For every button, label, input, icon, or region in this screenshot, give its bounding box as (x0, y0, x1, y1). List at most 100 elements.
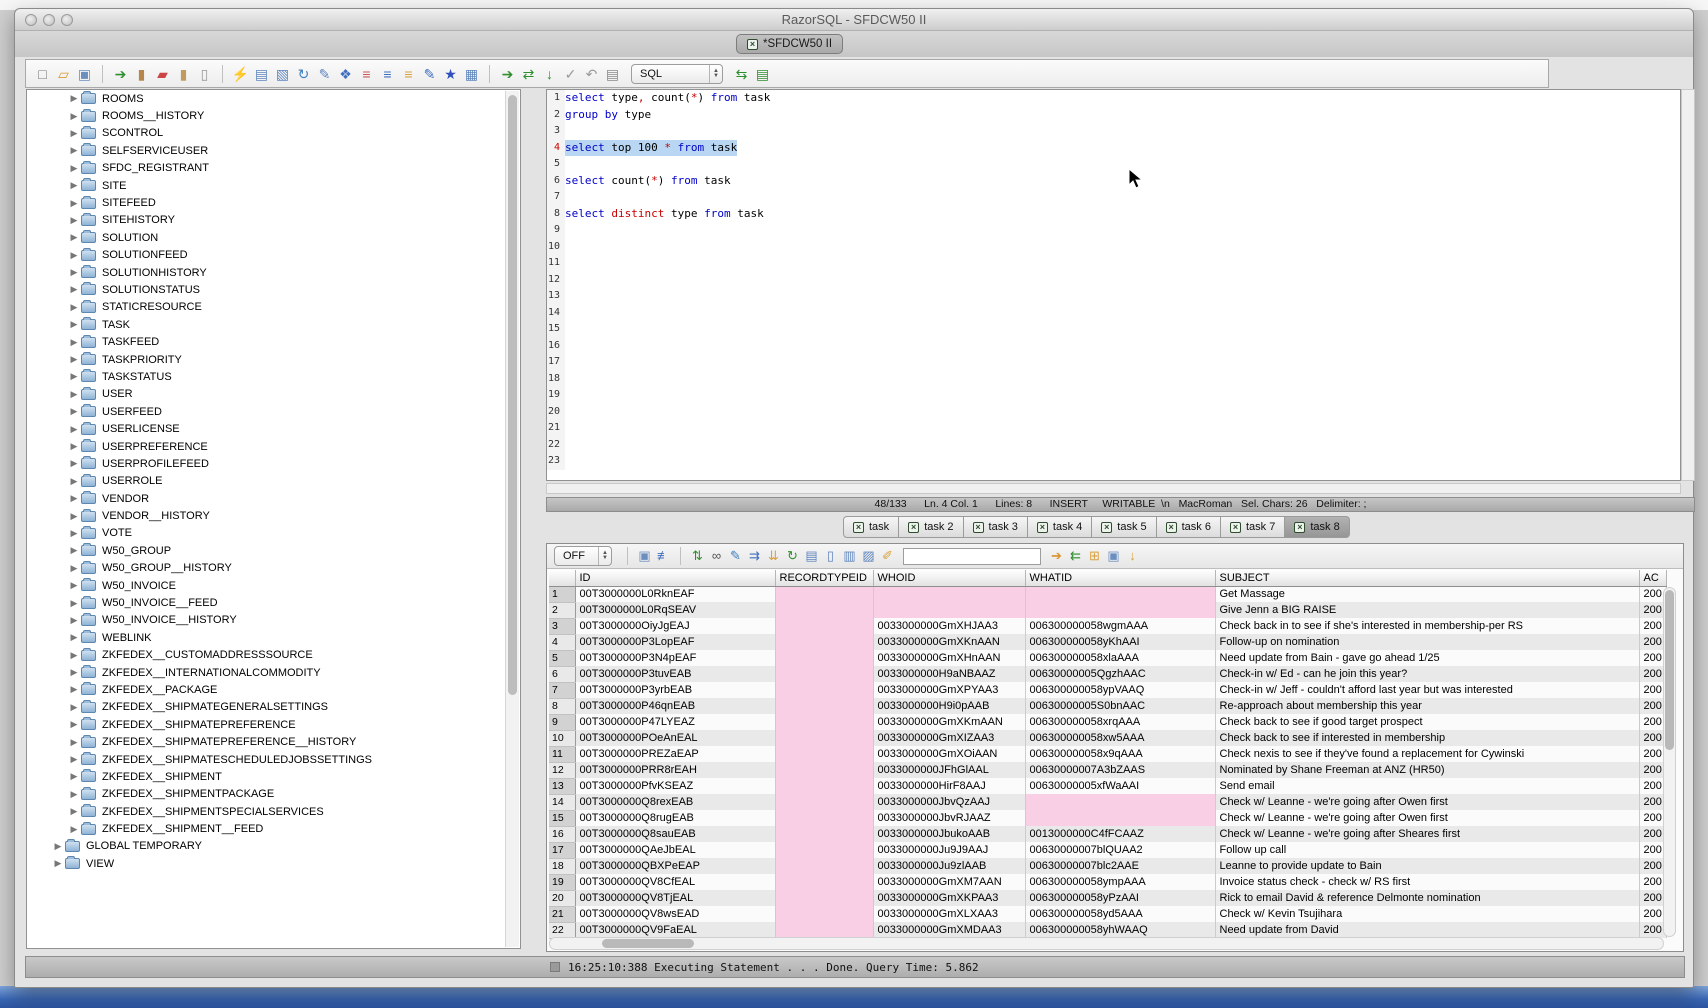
tree-item[interactable]: ▶USERFEED (27, 403, 520, 420)
editor-line[interactable]: 20 (547, 404, 1680, 421)
editor-line[interactable]: 17 (547, 354, 1680, 371)
grid-cell[interactable] (775, 682, 873, 698)
grid-cell[interactable] (775, 602, 873, 618)
result-tab[interactable]: ×task 6 (1157, 516, 1221, 538)
grid-cell[interactable]: Check back to see if interested in membe… (1215, 730, 1639, 746)
grid-cell[interactable]: Check nexis to see if they've found a re… (1215, 746, 1639, 762)
compare-icon[interactable]: ⇆ (731, 64, 752, 84)
column-header[interactable]: SUBJECT (1215, 570, 1639, 586)
grid-cell[interactable] (775, 842, 873, 858)
grid-cell[interactable]: 00630000005S0bnAAC (1025, 698, 1215, 714)
disclosure-triangle-icon[interactable]: ▶ (67, 441, 81, 452)
tree-item[interactable]: ▶USERROLE (27, 473, 520, 490)
disclosure-triangle-icon[interactable]: ▶ (67, 337, 81, 348)
disclosure-triangle-icon[interactable]: ▶ (67, 406, 81, 417)
grid-cell[interactable]: 0033000000Ju9zlAAB (873, 858, 1025, 874)
tree-item[interactable]: ▶SOLUTIONHISTORY (27, 264, 520, 281)
grid-cell[interactable] (775, 746, 873, 762)
tree-item[interactable]: ▶TASKFEED (27, 333, 520, 350)
result-tab[interactable]: ×task 2 (899, 516, 963, 538)
results-search-input[interactable] (903, 548, 1041, 565)
tree-item[interactable]: ▶SITE (27, 177, 520, 194)
grid-cell[interactable]: 0033000000HirF8AAJ (873, 778, 1025, 794)
disclosure-triangle-icon[interactable]: ▶ (67, 458, 81, 469)
row-number-cell[interactable]: 17 (549, 842, 575, 858)
add-notes-icon[interactable]: ⊞ (1085, 546, 1104, 566)
help-book-icon[interactable]: ❖ (335, 64, 356, 84)
disclosure-triangle-icon[interactable]: ▶ (67, 145, 81, 156)
grid-cell[interactable] (1025, 810, 1215, 826)
editor-line[interactable]: 10 (547, 239, 1680, 256)
tree-item[interactable]: ▶ZKFEDEX__SHIPMATEPREFERENCE (27, 716, 520, 733)
grid-cell[interactable] (775, 666, 873, 682)
tree-item[interactable]: ▶TASK (27, 316, 520, 333)
import-data-icon[interactable]: ⇇ (1066, 546, 1085, 566)
editor-line[interactable]: 8select distinct type from task (547, 206, 1680, 223)
result-tab[interactable]: ×task (843, 516, 899, 538)
row-number-cell[interactable]: 6 (549, 666, 575, 682)
tree-item[interactable]: ▶VOTE (27, 525, 520, 542)
tree-item[interactable]: ▶TASKPRIORITY (27, 351, 520, 368)
grid-cell[interactable]: 006300000058ypVAAQ (1025, 682, 1215, 698)
grid-cell[interactable]: 006300000058yhWAAQ (1025, 922, 1215, 938)
disclosure-triangle-icon[interactable]: ▶ (67, 493, 81, 504)
view-row-icon[interactable]: ∞ (707, 546, 726, 566)
grid-cell[interactable]: Check w/ Kevin Tsujihara (1215, 906, 1639, 922)
grid-cell[interactable]: 0033000000Ju9J9AAJ (873, 842, 1025, 858)
editor-line[interactable]: 3 (547, 123, 1680, 140)
grid-cell[interactable]: 0033000000GmXMDAA3 (873, 922, 1025, 938)
result-tab[interactable]: ×task 4 (1028, 516, 1092, 538)
tree-item[interactable]: ▶SCONTROL (27, 125, 520, 142)
disclosure-triangle-icon[interactable]: ▶ (67, 824, 81, 835)
grid-cell[interactable]: 00T3000000P3tuvEAB (575, 666, 775, 682)
disclosure-triangle-icon[interactable]: ▶ (67, 284, 81, 295)
grid-cell[interactable]: Check back to see if good target prospec… (1215, 714, 1639, 730)
disconnect-icon[interactable]: ▮ (131, 64, 152, 84)
close-tab-icon[interactable]: × (908, 522, 919, 533)
disclosure-triangle-icon[interactable]: ▶ (67, 789, 81, 800)
grid-cell[interactable]: 0033000000GmXHnAAN (873, 650, 1025, 666)
grid-cell[interactable]: 0033000000JbukoAAB (873, 826, 1025, 842)
tree-scrollbar[interactable] (505, 91, 519, 947)
disclosure-triangle-icon[interactable]: ▶ (67, 545, 81, 556)
tree-item[interactable]: ▶SFDC_REGISTRANT (27, 160, 520, 177)
tree-item[interactable]: ▶ROOMS__HISTORY (27, 107, 520, 124)
grid-cell[interactable]: Check w/ Leanne - we're going after Shea… (1215, 826, 1639, 842)
grid-cell[interactable]: 0033000000H9i0pAAB (873, 698, 1025, 714)
grid-cell[interactable]: Check w/ Leanne - we're going after Owen… (1215, 794, 1639, 810)
close-tab-icon[interactable]: × (1037, 522, 1048, 533)
tree-item[interactable]: ▶W50_GROUP__HISTORY (27, 560, 520, 577)
grid-cell[interactable]: 006300000058xw5AAA (1025, 730, 1215, 746)
save-icon[interactable]: ▣ (74, 64, 95, 84)
disclosure-triangle-icon[interactable]: ▶ (67, 737, 81, 748)
tree-item[interactable]: ▶ZKFEDEX__INTERNATIONALCOMMODITY (27, 664, 520, 681)
grid-vertical-scrollbar[interactable] (1663, 587, 1676, 937)
abort-query-icon[interactable]: ▰ (152, 64, 173, 84)
disclosure-triangle-icon[interactable]: ▶ (67, 806, 81, 817)
grid-cell[interactable]: 006300000058wgmAAA (1025, 618, 1215, 634)
grid-cell[interactable]: 0033000000GmXLXAA3 (873, 906, 1025, 922)
grid-cell[interactable]: 00T3000000QAeJbEAL (575, 842, 775, 858)
editor-line[interactable]: 22 (547, 437, 1680, 454)
grid-cell[interactable]: 00T3000000QV8TjEAL (575, 890, 775, 906)
grid-cell[interactable]: Check-in w/ Ed - can he join this year? (1215, 666, 1639, 682)
grid-cell[interactable]: 00630000007blc2AAE (1025, 858, 1215, 874)
close-tab-icon[interactable]: × (1101, 522, 1112, 533)
disclosure-triangle-icon[interactable]: ▶ (67, 632, 81, 643)
tree-item[interactable]: ▶W50_GROUP (27, 542, 520, 559)
disclosure-triangle-icon[interactable]: ▶ (67, 180, 81, 191)
grid-cell[interactable]: 006300000058x9qAAA (1025, 746, 1215, 762)
disclosure-triangle-icon[interactable]: ▶ (67, 111, 81, 122)
statement-type-select[interactable]: SQL ▲▼ (631, 64, 723, 84)
grid-cell[interactable]: 00T3000000PRR8rEAH (575, 762, 775, 778)
close-tab-icon[interactable]: × (853, 522, 864, 533)
editor-line[interactable]: 16 (547, 338, 1680, 355)
save-results-icon[interactable]: ▣ (635, 546, 654, 566)
search-go-icon[interactable]: ➔ (1047, 546, 1066, 566)
editor-line[interactable]: 19 (547, 387, 1680, 404)
grid-cell[interactable]: 00T3000000QV8CfEAL (575, 874, 775, 890)
grid-cell[interactable]: Need update from David (1215, 922, 1639, 938)
grid-cell[interactable]: 00T3000000PREZaEAP (575, 746, 775, 762)
edit-file-icon[interactable]: ✎ (314, 64, 335, 84)
grid-cell[interactable]: Check w/ Leanne - we're going after Owen… (1215, 810, 1639, 826)
